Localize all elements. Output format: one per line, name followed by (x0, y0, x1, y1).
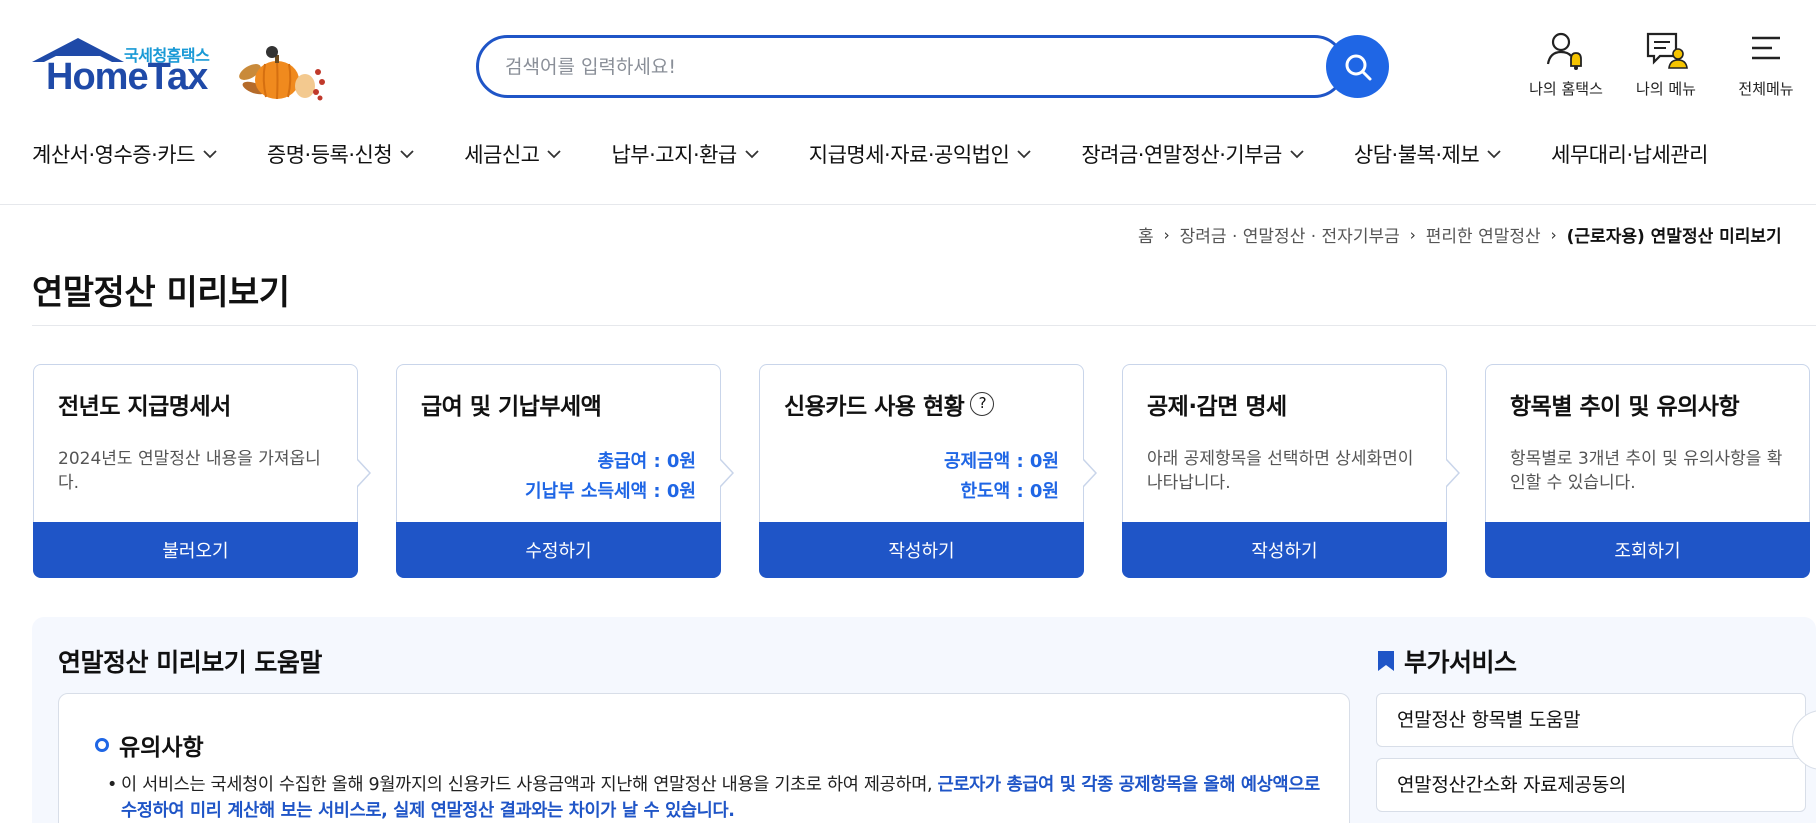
chevron-down-icon (1017, 150, 1031, 159)
search-button[interactable] (1326, 35, 1389, 98)
search-icon (1345, 54, 1371, 80)
side-services: 부가서비스 연말정산 항목별 도움말 연말정산간소화 자료제공동의 (1376, 643, 1816, 812)
top-icon-label: 나의 홈택스 (1529, 80, 1603, 98)
divider (32, 325, 1816, 326)
chevron-down-icon (203, 150, 217, 159)
bullet-icon: • (107, 775, 118, 795)
card-title: 급여 및 기납부세액 (421, 394, 602, 420)
notice-title: 유의사항 (119, 735, 204, 761)
notice-heading: 유의사항 (95, 728, 204, 762)
breadcrumb-item[interactable]: 장려금 · 연말정산 · 전자기부금 (1180, 222, 1400, 247)
hometax-logo[interactable]: 국세청홈택스 HomeTax (32, 36, 332, 104)
global-nav: 계산서·영수증·카드 증명·등록·신청 세금신고 납부·고지·환급 지급명세·자… (32, 138, 1758, 170)
chevron-right-icon: › (1550, 225, 1557, 244)
top-icon-label: 전체메뉴 (1738, 80, 1794, 98)
side-title: 부가서비스 (1404, 648, 1517, 677)
load-button[interactable]: 불러오기 (33, 522, 358, 578)
step-card-trend: 항목별 추이 및 유의사항 항목별로 3개년 추이 및 유의사항을 확인할 수 … (1485, 364, 1810, 578)
breadcrumb-current: (근로자용) 연말정산 미리보기 (1566, 227, 1782, 247)
card-title-text: 신용카드 사용 현황 (784, 394, 965, 420)
step-arrow-icon (720, 459, 734, 487)
notice-body: 이 서비스는 국세청이 수집한 올해 9월까지의 신용카드 사용금액과 지난해 … (121, 775, 938, 795)
all-menu-link[interactable]: 전체메뉴 (1716, 30, 1816, 100)
side-heading: 부가서비스 (1376, 643, 1816, 679)
search-input[interactable] (476, 35, 1346, 98)
side-item-consent[interactable]: 연말정산간소화 자료제공동의 (1376, 758, 1806, 812)
gnb-item-statement[interactable]: 지급명세·자료·공익법인 (809, 138, 1032, 170)
gnb-label: 상담·불복·제보 (1353, 143, 1480, 167)
user-bell-icon (1546, 32, 1582, 70)
chevron-down-icon (1487, 150, 1501, 159)
side-item-help[interactable]: 연말정산 항목별 도움말 (1376, 693, 1806, 747)
bookmark-icon (1378, 651, 1394, 671)
step-card-salary: 급여 및 기납부세액 총급여 : 0원 기납부 소득세액 : 0원 수정하기 (396, 364, 734, 578)
gnb-label: 세금신고 (464, 143, 540, 167)
page-title: 연말정산 미리보기 (32, 273, 290, 313)
gnb-item-certificate[interactable]: 증명·등록·신청 (267, 138, 414, 170)
gnb-label: 지급명세·자료·공익법인 (808, 143, 1010, 167)
gnb-item-invoice[interactable]: 계산서·영수증·카드 (32, 138, 217, 170)
menu-user-icon (1646, 32, 1688, 69)
step-arrow-icon (1446, 459, 1460, 487)
logo-wordmark: HomeTax (46, 56, 208, 98)
inquiry-button[interactable]: 조회하기 (1485, 522, 1810, 578)
circle-bullet-icon (95, 738, 109, 752)
breadcrumb-item[interactable]: 편리한 연말정산 (1426, 222, 1541, 247)
card-title: 전년도 지급명세서 (58, 394, 231, 420)
gnb-label: 세무대리·납세관리 (1551, 143, 1708, 167)
step-card-deduction: 공제·감면 명세 아래 공제항목을 선택하면 상세화면이 나타납니다. 작성하기 (1122, 364, 1460, 578)
header: 국세청홈택스 HomeTax 검색어를 입력하세요! 나의 홈택스 나의 메뉴 … (0, 0, 1816, 205)
help-icon[interactable]: ? (970, 392, 995, 416)
card-values: 공제금액 : 0원 한도액 : 0원 (944, 447, 1059, 507)
breadcrumb: 홈 › 장려금 · 연말정산 · 전자기부금 › 편리한 연말정산 › (근로자… (1138, 222, 1782, 248)
gnb-label: 장려금·연말정산·기부금 (1081, 143, 1282, 167)
gnb-label: 계산서·영수증·카드 (32, 143, 195, 167)
chevron-down-icon (547, 150, 562, 159)
chevron-right-icon: › (1163, 225, 1170, 244)
notice-box: 유의사항 • 이 서비스는 국세청이 수집한 올해 9월까지의 신용카드 사용금… (58, 693, 1350, 823)
card-desc: 2024년도 연말정산 내용을 가져옵니다. (58, 449, 321, 493)
gnb-item-agent[interactable]: 세무대리·납세관리 (1551, 138, 1708, 170)
card-title: 항목별 추이 및 유의사항 (1510, 394, 1740, 420)
card-title: 신용카드 사용 현황 ? (784, 387, 995, 421)
step-arrow-icon (357, 459, 371, 487)
write-button[interactable]: 작성하기 (759, 522, 1084, 578)
card-title: 공제·감면 명세 (1147, 394, 1287, 420)
total-salary-value: 총급여 : 0원 (597, 451, 697, 472)
step-arrow-icon (1083, 459, 1097, 487)
card-desc: 아래 공제항목을 선택하면 상세화면이 나타납니다. (1147, 449, 1414, 493)
my-hometax-link[interactable]: 나의 홈택스 (1516, 30, 1616, 100)
gnb-item-consult[interactable]: 상담·불복·제보 (1354, 138, 1501, 170)
chevron-down-icon (1290, 150, 1304, 159)
gnb-item-payment[interactable]: 납부·고지·환급 (611, 138, 759, 170)
chevron-right-icon: › (1409, 225, 1416, 244)
card-values: 총급여 : 0원 기납부 소득세액 : 0원 (525, 447, 696, 507)
help-title: 연말정산 미리보기 도움말 (58, 648, 322, 677)
edit-button[interactable]: 수정하기 (396, 522, 721, 578)
gnb-item-year-end[interactable]: 장려금·연말정산·기부금 (1081, 138, 1304, 170)
pumpkin-icon (239, 46, 325, 101)
gnb-label: 납부·고지·환급 (611, 143, 737, 167)
breadcrumb-home[interactable]: 홈 (1138, 222, 1154, 247)
step-card-prev-statement: 전년도 지급명세서 2024년도 연말정산 내용을 가져옵니다. 불러오기 (33, 364, 371, 578)
my-menu-link[interactable]: 나의 메뉴 (1616, 30, 1716, 100)
limit-amount-value: 한도액 : 0원 (960, 481, 1060, 502)
hamburger-icon (1752, 36, 1780, 60)
top-icon-label: 나의 메뉴 (1636, 80, 1696, 98)
card-desc: 항목별로 3개년 추이 및 유의사항을 확인할 수 있습니다. (1510, 449, 1783, 493)
write-button[interactable]: 작성하기 (1122, 522, 1447, 578)
top-utility-menu: 나의 홈택스 나의 메뉴 전체메뉴 (1516, 30, 1816, 100)
help-section: 연말정산 미리보기 도움말 유의사항 • 이 서비스는 국세청이 수집한 올해 … (32, 617, 1816, 823)
chevron-down-icon (745, 150, 759, 159)
chevron-down-icon (400, 150, 414, 159)
notice-text: • 이 서비스는 국세청이 수집한 올해 9월까지의 신용카드 사용금액과 지난… (107, 772, 1321, 823)
gnb-item-tax-return[interactable]: 세금신고 (464, 138, 562, 170)
deduction-amount-value: 공제금액 : 0원 (943, 451, 1059, 472)
step-card-credit-card: 신용카드 사용 현황 ? 공제금액 : 0원 한도액 : 0원 작성하기 (759, 364, 1097, 578)
prepaid-tax-value: 기납부 소득세액 : 0원 (524, 481, 696, 502)
search-bar (476, 35, 1391, 98)
gnb-label: 증명·등록·신청 (266, 143, 393, 167)
